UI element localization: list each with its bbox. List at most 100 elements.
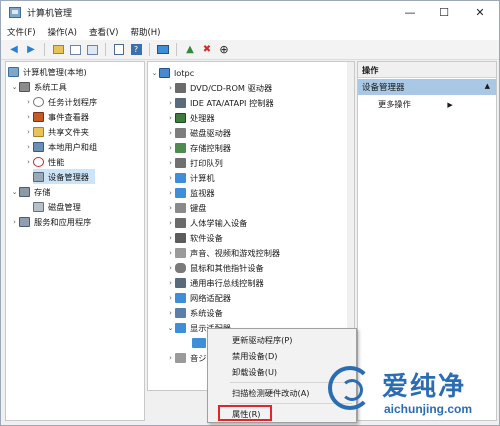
collapse-icon[interactable]: ⌄ — [10, 188, 19, 196]
forward-icon[interactable]: ▶ — [24, 43, 38, 57]
menu-uninstall-device[interactable]: 卸载设备(U) — [232, 366, 277, 378]
more-actions-link[interactable]: 更多操作 ▶ — [378, 98, 453, 110]
expand-icon[interactable]: › — [166, 159, 175, 167]
device-category[interactable]: › 软件设备 — [166, 230, 223, 245]
expand-icon[interactable]: › — [166, 144, 175, 152]
device-category-label: 计算机 — [190, 172, 215, 183]
toolbar-separator — [44, 43, 45, 56]
device-category[interactable]: › 系统设备 — [166, 305, 223, 320]
close-button[interactable]: ✕ — [463, 1, 497, 23]
tree-services-apps-label: 服务和应用程序 — [34, 216, 92, 227]
device-category[interactable]: › 磁盘驱动器 — [166, 125, 231, 140]
menu-scan-hardware[interactable]: 扫描检测硬件改动(A) — [232, 387, 310, 399]
collapse-arrow-icon[interactable]: ▲ — [485, 82, 490, 90]
device-category[interactable]: › 声音、视频和游戏控制器 — [166, 245, 280, 260]
actions-section-title[interactable]: 设备管理器 ▲ — [358, 79, 496, 95]
device-category[interactable]: › IDE ATA/ATAPI 控制器 — [166, 95, 274, 110]
device-category[interactable]: › 处理器 — [166, 110, 215, 125]
device-category[interactable]: › 键盘 — [166, 200, 206, 215]
menu-view[interactable]: 查看(V) — [83, 26, 124, 38]
properties-icon[interactable] — [112, 43, 126, 57]
tree-device-manager[interactable]: 设备管理器 — [33, 169, 95, 184]
collapse-icon[interactable]: ⌄ — [10, 83, 19, 91]
tree-local-users[interactable]: › 本地用户和组 — [24, 139, 97, 154]
device-category[interactable]: › 音ジ — [166, 350, 206, 365]
display-adapter-icon — [175, 322, 186, 333]
expand-icon[interactable]: › — [166, 354, 175, 362]
expand-icon[interactable]: › — [166, 249, 175, 257]
device-category[interactable]: › 通用串行总线控制器 — [166, 275, 264, 290]
tree-event-viewer[interactable]: › 事件查看器 — [24, 109, 89, 124]
audio-icon — [175, 352, 186, 363]
tree-disk-management[interactable]: 磁盘管理 — [33, 199, 81, 214]
show-hide-tree-icon[interactable] — [68, 43, 82, 57]
tree-performance[interactable]: › 性能 — [24, 154, 64, 169]
watermark-url: aichunjing.com — [384, 402, 473, 416]
expand-icon[interactable]: › — [166, 234, 175, 242]
menu-action[interactable]: 操作(A) — [42, 26, 83, 38]
tree-shared-folders[interactable]: › 共享文件夹 — [24, 124, 89, 139]
scan-icon[interactable]: ⊕ — [217, 43, 231, 57]
expand-icon[interactable]: › — [166, 219, 175, 227]
monitor-icon[interactable] — [156, 43, 170, 57]
menu-bar: 文件(F) 操作(A) 查看(V) 帮助(H) — [1, 23, 499, 40]
update-driver-icon[interactable]: ▲ — [183, 43, 197, 57]
device-category[interactable]: › 计算机 — [166, 170, 215, 185]
menu-file[interactable]: 文件(F) — [1, 26, 42, 38]
refresh-icon[interactable] — [85, 43, 99, 57]
help-icon[interactable]: ? — [129, 43, 143, 57]
menu-update-driver[interactable]: 更新驱动程序(P) — [232, 334, 292, 346]
menu-disable-device[interactable]: 禁用设备(D) — [232, 350, 277, 362]
watermark-brand: 爱纯净 — [382, 372, 467, 402]
minimize-button[interactable]: — — [393, 1, 427, 23]
toolbar: ◀ ▶ ? ▲ ✖ ⊕ — [1, 40, 499, 60]
device-category[interactable]: › 网络适配器 — [166, 290, 231, 305]
device-category-label: DVD/CD-ROM 驱动器 — [190, 82, 273, 93]
expand-icon[interactable]: › — [24, 143, 33, 151]
device-category[interactable]: › 监视器 — [166, 185, 215, 200]
back-icon[interactable]: ◀ — [7, 43, 21, 57]
tree-task-scheduler[interactable]: › 任务计划程序 — [24, 94, 97, 109]
chevron-right-icon: ▶ — [447, 101, 453, 109]
more-actions-label: 更多操作 — [378, 99, 411, 109]
expand-icon[interactable]: › — [166, 204, 175, 212]
tree-storage[interactable]: ⌄ 存储 — [10, 184, 50, 199]
tree-storage-label: 存储 — [34, 186, 51, 197]
expand-icon[interactable]: › — [166, 309, 175, 317]
maximize-button[interactable]: ☐ — [427, 1, 461, 23]
device-category[interactable]: › 存储控制器 — [166, 140, 231, 155]
device-category[interactable]: › 打印队列 — [166, 155, 223, 170]
processor-icon — [175, 112, 186, 123]
tree-system-tools[interactable]: ⌄ 系统工具 — [10, 79, 67, 94]
expand-icon[interactable]: › — [166, 294, 175, 302]
tree-services-apps[interactable]: › 服务和应用程序 — [10, 214, 91, 229]
expand-icon[interactable]: › — [24, 128, 33, 136]
up-icon[interactable] — [51, 43, 65, 57]
uninstall-icon[interactable]: ✖ — [200, 43, 214, 57]
menu-help[interactable]: 帮助(H) — [124, 26, 166, 38]
expand-icon[interactable]: › — [166, 99, 175, 107]
expand-icon[interactable]: › — [166, 129, 175, 137]
device-category[interactable]: › DVD/CD-ROM 驱动器 — [166, 80, 272, 95]
expand-icon[interactable]: › — [24, 113, 33, 121]
performance-icon — [33, 156, 44, 167]
device-category-label: 鼠标和其他指针设备 — [190, 262, 264, 273]
expand-icon[interactable]: › — [166, 279, 175, 287]
expand-icon[interactable]: › — [24, 98, 33, 106]
expand-icon[interactable]: › — [24, 158, 33, 166]
expand-icon[interactable]: › — [10, 218, 19, 226]
device-root[interactable]: ⌄ lotpc — [150, 65, 194, 80]
expand-icon[interactable]: › — [166, 189, 175, 197]
services-icon — [19, 216, 30, 227]
expand-icon[interactable]: › — [166, 84, 175, 92]
collapse-icon[interactable]: ⌄ — [150, 69, 159, 77]
collapse-icon[interactable]: ⌄ — [166, 324, 175, 332]
expand-icon[interactable]: › — [166, 264, 175, 272]
expand-icon[interactable]: › — [166, 174, 175, 182]
tree-root[interactable]: 计算机管理(本地) — [8, 64, 87, 79]
expand-icon[interactable]: › — [166, 114, 175, 122]
device-category[interactable]: › 人体学输入设备 — [166, 215, 247, 230]
device-category[interactable]: › 鼠标和其他指针设备 — [166, 260, 264, 275]
disk-drive-icon — [175, 127, 186, 138]
tree-system-tools-label: 系统工具 — [34, 81, 67, 92]
